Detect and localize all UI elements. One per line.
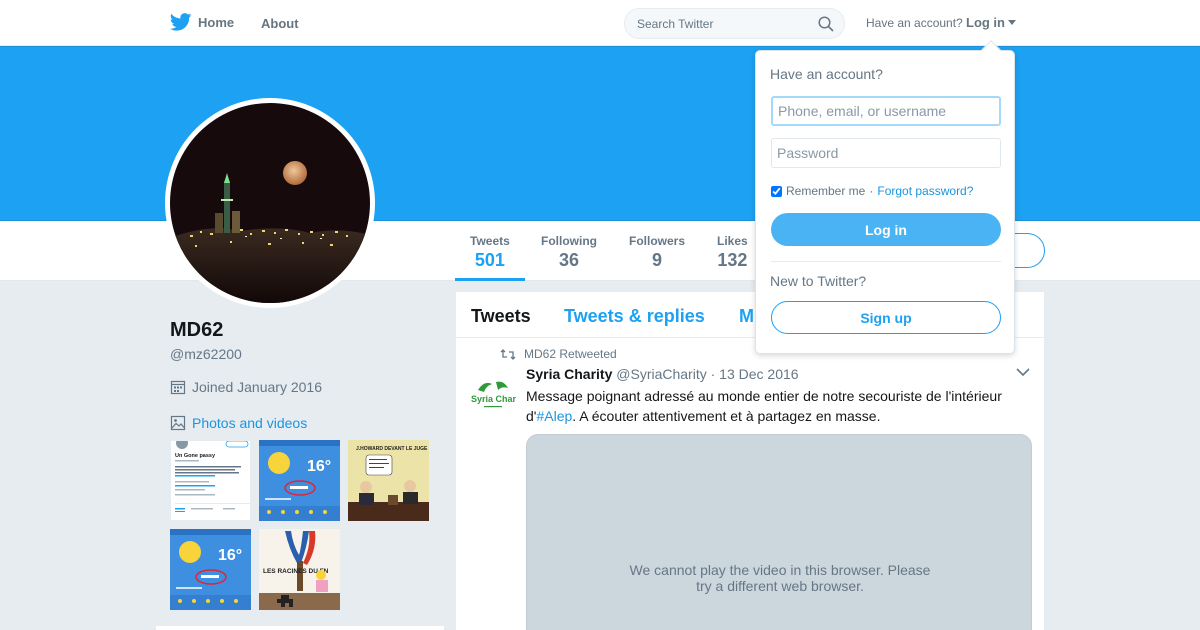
caret-down-icon — [1008, 20, 1016, 25]
media-thumb[interactable]: 16° — [170, 529, 251, 610]
thumb-image: LES RACINES DU FN — [259, 529, 340, 610]
nav-home-link[interactable]: Home — [170, 13, 234, 31]
thumb-image: 16° — [170, 529, 251, 610]
remember-row: Remember me · Forgot password? — [771, 184, 973, 198]
nav-about-link[interactable]: About — [261, 16, 299, 31]
stat-label: Followers — [629, 234, 686, 248]
tweet-author-name[interactable]: Syria Charity — [526, 366, 612, 382]
video-player[interactable]: We cannot play the video in this browser… — [526, 434, 1032, 630]
photos-videos-label: Photos and videos — [192, 415, 308, 431]
tweet-text-part: . A écouter attentivement et à partagez … — [572, 408, 881, 424]
twitter-bird-icon — [170, 13, 192, 31]
nav-home-label: Home — [198, 14, 235, 30]
thumb-title: Un Gone passy — [175, 453, 216, 459]
have-account-text: Have an account? — [866, 16, 963, 30]
dropdown-divider — [771, 261, 1001, 262]
remember-separator: · — [869, 184, 874, 198]
joined-date: Joined January 2016 — [170, 379, 322, 395]
tweet-author-handle[interactable]: @SyriaCharity — [616, 366, 706, 382]
profile-name[interactable]: MD62 — [170, 319, 223, 342]
tweet-avatar[interactable]: Syria Charity — [470, 372, 516, 418]
retweet-context: MD62 Retweeted — [500, 347, 617, 361]
thumb-image: J.HOWARD DEVANT LE JUGE — [348, 440, 429, 521]
media-thumb[interactable]: Un Gone passy — [170, 440, 251, 521]
media-thumb[interactable]: LES RACINES DU FN — [259, 529, 340, 610]
remember-me-checkbox[interactable] — [771, 185, 782, 197]
hashtag-link[interactable]: #Alep — [536, 408, 572, 424]
login-toggle-label: Log in — [966, 15, 1005, 30]
avatar-image — [170, 103, 370, 303]
tab-tweets-replies[interactable]: Tweets & replies — [564, 306, 705, 327]
syria-charity-logo: Syria Charity — [470, 372, 516, 418]
new-to-twitter-text: New to Twitter? — [770, 273, 867, 289]
tweet-date[interactable]: 13 Dec 2016 — [719, 366, 798, 382]
stat-following[interactable]: Following 36 — [541, 234, 597, 271]
avatar-brand-text: Syria Charity — [471, 394, 516, 404]
top-navigation: Home About Have an account? Log in — [0, 0, 1200, 46]
joined-text: Joined January 2016 — [192, 379, 322, 395]
thumb-temperature: 16° — [218, 547, 242, 564]
image-icon — [170, 415, 186, 431]
tweet-header: Syria Charity @SyriaCharity · 13 Dec 201… — [526, 366, 799, 382]
stat-tweets[interactable]: Tweets 501 — [455, 234, 525, 281]
media-thumb[interactable]: J.HOWARD DEVANT LE JUGE — [348, 440, 429, 521]
signup-button[interactable]: Sign up — [771, 301, 1001, 334]
username-field[interactable] — [771, 96, 1001, 126]
retweet-text[interactable]: MD62 Retweeted — [524, 347, 617, 361]
search-input[interactable] — [637, 9, 817, 38]
stat-likes[interactable]: Likes 132 — [717, 234, 748, 271]
password-field[interactable] — [771, 138, 1001, 168]
login-dropdown-toggle[interactable]: Log in — [966, 15, 1016, 30]
stat-label: Following — [541, 234, 597, 248]
profile-avatar[interactable] — [165, 98, 375, 308]
tab-media[interactable]: M — [739, 306, 754, 327]
stat-value: 36 — [558, 250, 580, 270]
search-box — [624, 8, 845, 39]
stat-label: Likes — [717, 234, 748, 248]
tab-tweets[interactable]: Tweets — [471, 306, 531, 327]
retweet-icon — [500, 348, 516, 360]
remember-me-label[interactable]: Remember me — [786, 184, 865, 198]
video-unsupported-message: We cannot play the video in this browser… — [629, 562, 931, 594]
forgot-password-link[interactable]: Forgot password? — [877, 184, 973, 198]
login-dropdown: Have an account? Remember me · Forgot pa… — [755, 40, 1015, 354]
stat-value: 9 — [652, 250, 663, 270]
calendar-icon — [170, 380, 186, 395]
photos-videos-link[interactable]: Photos and videos — [170, 415, 307, 431]
left-bottom-card — [156, 626, 444, 630]
tweet-separator: · — [710, 366, 716, 382]
thumb-temperature: 16° — [307, 458, 331, 475]
login-button[interactable]: Log in — [771, 213, 1001, 246]
stat-followers[interactable]: Followers 9 — [629, 234, 685, 271]
thumb-image: Un Gone passy — [171, 441, 250, 520]
tweet-actions-chevron-icon[interactable] — [1016, 368, 1030, 377]
profile-handle[interactable]: @mz62200 — [170, 346, 242, 362]
search-icon[interactable] — [818, 16, 834, 32]
stat-value: 132 — [717, 250, 748, 270]
thumb-image: 16° — [259, 440, 340, 521]
media-thumb[interactable]: 16° — [259, 440, 340, 521]
thumb-caption: J.HOWARD DEVANT LE JUGE — [356, 446, 428, 452]
stat-label: Tweets — [470, 234, 510, 248]
dropdown-title: Have an account? — [770, 66, 883, 82]
stat-value: 501 — [474, 250, 505, 270]
tweet-text: Message poignant adressé au monde entier… — [526, 386, 1026, 426]
